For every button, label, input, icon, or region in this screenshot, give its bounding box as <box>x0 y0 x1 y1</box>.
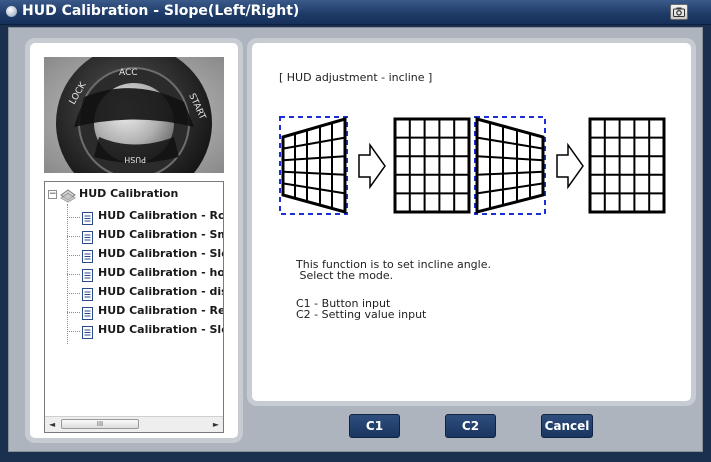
document-icon <box>81 210 94 229</box>
skewed-grid-right-narrow <box>474 116 546 215</box>
tree-item-label: HUD Calibration - Slo <box>98 323 224 336</box>
right-arrow-icon <box>358 142 386 190</box>
tree-item-label: HUD Calibration - Sm <box>98 228 224 241</box>
content-panel: [ HUD adjustment - incline ] This functi… <box>247 38 696 406</box>
ring-label-acc: ACC <box>119 68 138 78</box>
tree-root-label: HUD Calibration <box>79 187 179 200</box>
document-icon <box>81 248 94 267</box>
calibration-tree[interactable]: − HUD Calibration HUD Calibration - Ro H… <box>44 181 224 433</box>
client-area: LOCK ACC START PUSH − HUD Calibration HU… <box>8 27 703 452</box>
tree-item-label: HUD Calibration - dis <box>98 285 224 298</box>
incline-diagram <box>279 116 666 215</box>
scroll-thumb[interactable]: III <box>61 419 139 429</box>
camera-icon <box>673 7 685 17</box>
start-button-photo: LOCK ACC START PUSH <box>44 57 224 173</box>
tree-item-label: HUD Calibration - Slo <box>98 247 224 260</box>
tree-item-label: HUD Calibration - hor <box>98 266 224 279</box>
collapse-icon[interactable]: − <box>48 190 57 199</box>
scroll-right-icon[interactable]: ► <box>213 420 219 429</box>
mode-options: C1 - Button input C2 - Setting value inp… <box>296 298 426 320</box>
ring-label-push: PUSH <box>124 155 146 164</box>
document-icon <box>81 229 94 248</box>
skewed-grid-left-narrow <box>279 116 348 215</box>
navigation-panel: LOCK ACC START PUSH − HUD Calibration HU… <box>25 38 243 443</box>
regular-grid <box>588 117 666 214</box>
tree-item-label: HUD Calibration - Ro <box>98 209 224 222</box>
title-bar[interactable]: HUD Calibration - Slope(Left/Right) <box>0 0 711 25</box>
option-c2-text: C2 - Setting value input <box>296 308 427 321</box>
description-text: This function is to set incline angle. S… <box>296 259 491 281</box>
document-icon <box>81 324 94 343</box>
panel-header: [ HUD adjustment - incline ] <box>279 71 433 84</box>
right-arrow-icon <box>556 142 584 190</box>
cancel-button[interactable]: Cancel <box>541 414 593 438</box>
description-line: Select the mode. <box>296 269 394 282</box>
window-title: HUD Calibration - Slope(Left/Right) <box>22 3 300 19</box>
document-icon <box>81 305 94 324</box>
c2-button[interactable]: C2 <box>445 414 496 438</box>
window-icon <box>6 6 17 17</box>
document-icon <box>81 267 94 286</box>
document-icon <box>81 286 94 305</box>
regular-grid <box>393 117 471 214</box>
horizontal-scrollbar[interactable]: ◄ III ► <box>45 416 223 432</box>
tree-item-label: HUD Calibration - Re <box>98 304 224 317</box>
c1-button[interactable]: C1 <box>349 414 400 438</box>
screenshot-button[interactable] <box>670 4 688 20</box>
app-window: HUD Calibration - Slope(Left/Right) LOCK… <box>0 0 711 462</box>
scroll-left-icon[interactable]: ◄ <box>49 420 55 429</box>
